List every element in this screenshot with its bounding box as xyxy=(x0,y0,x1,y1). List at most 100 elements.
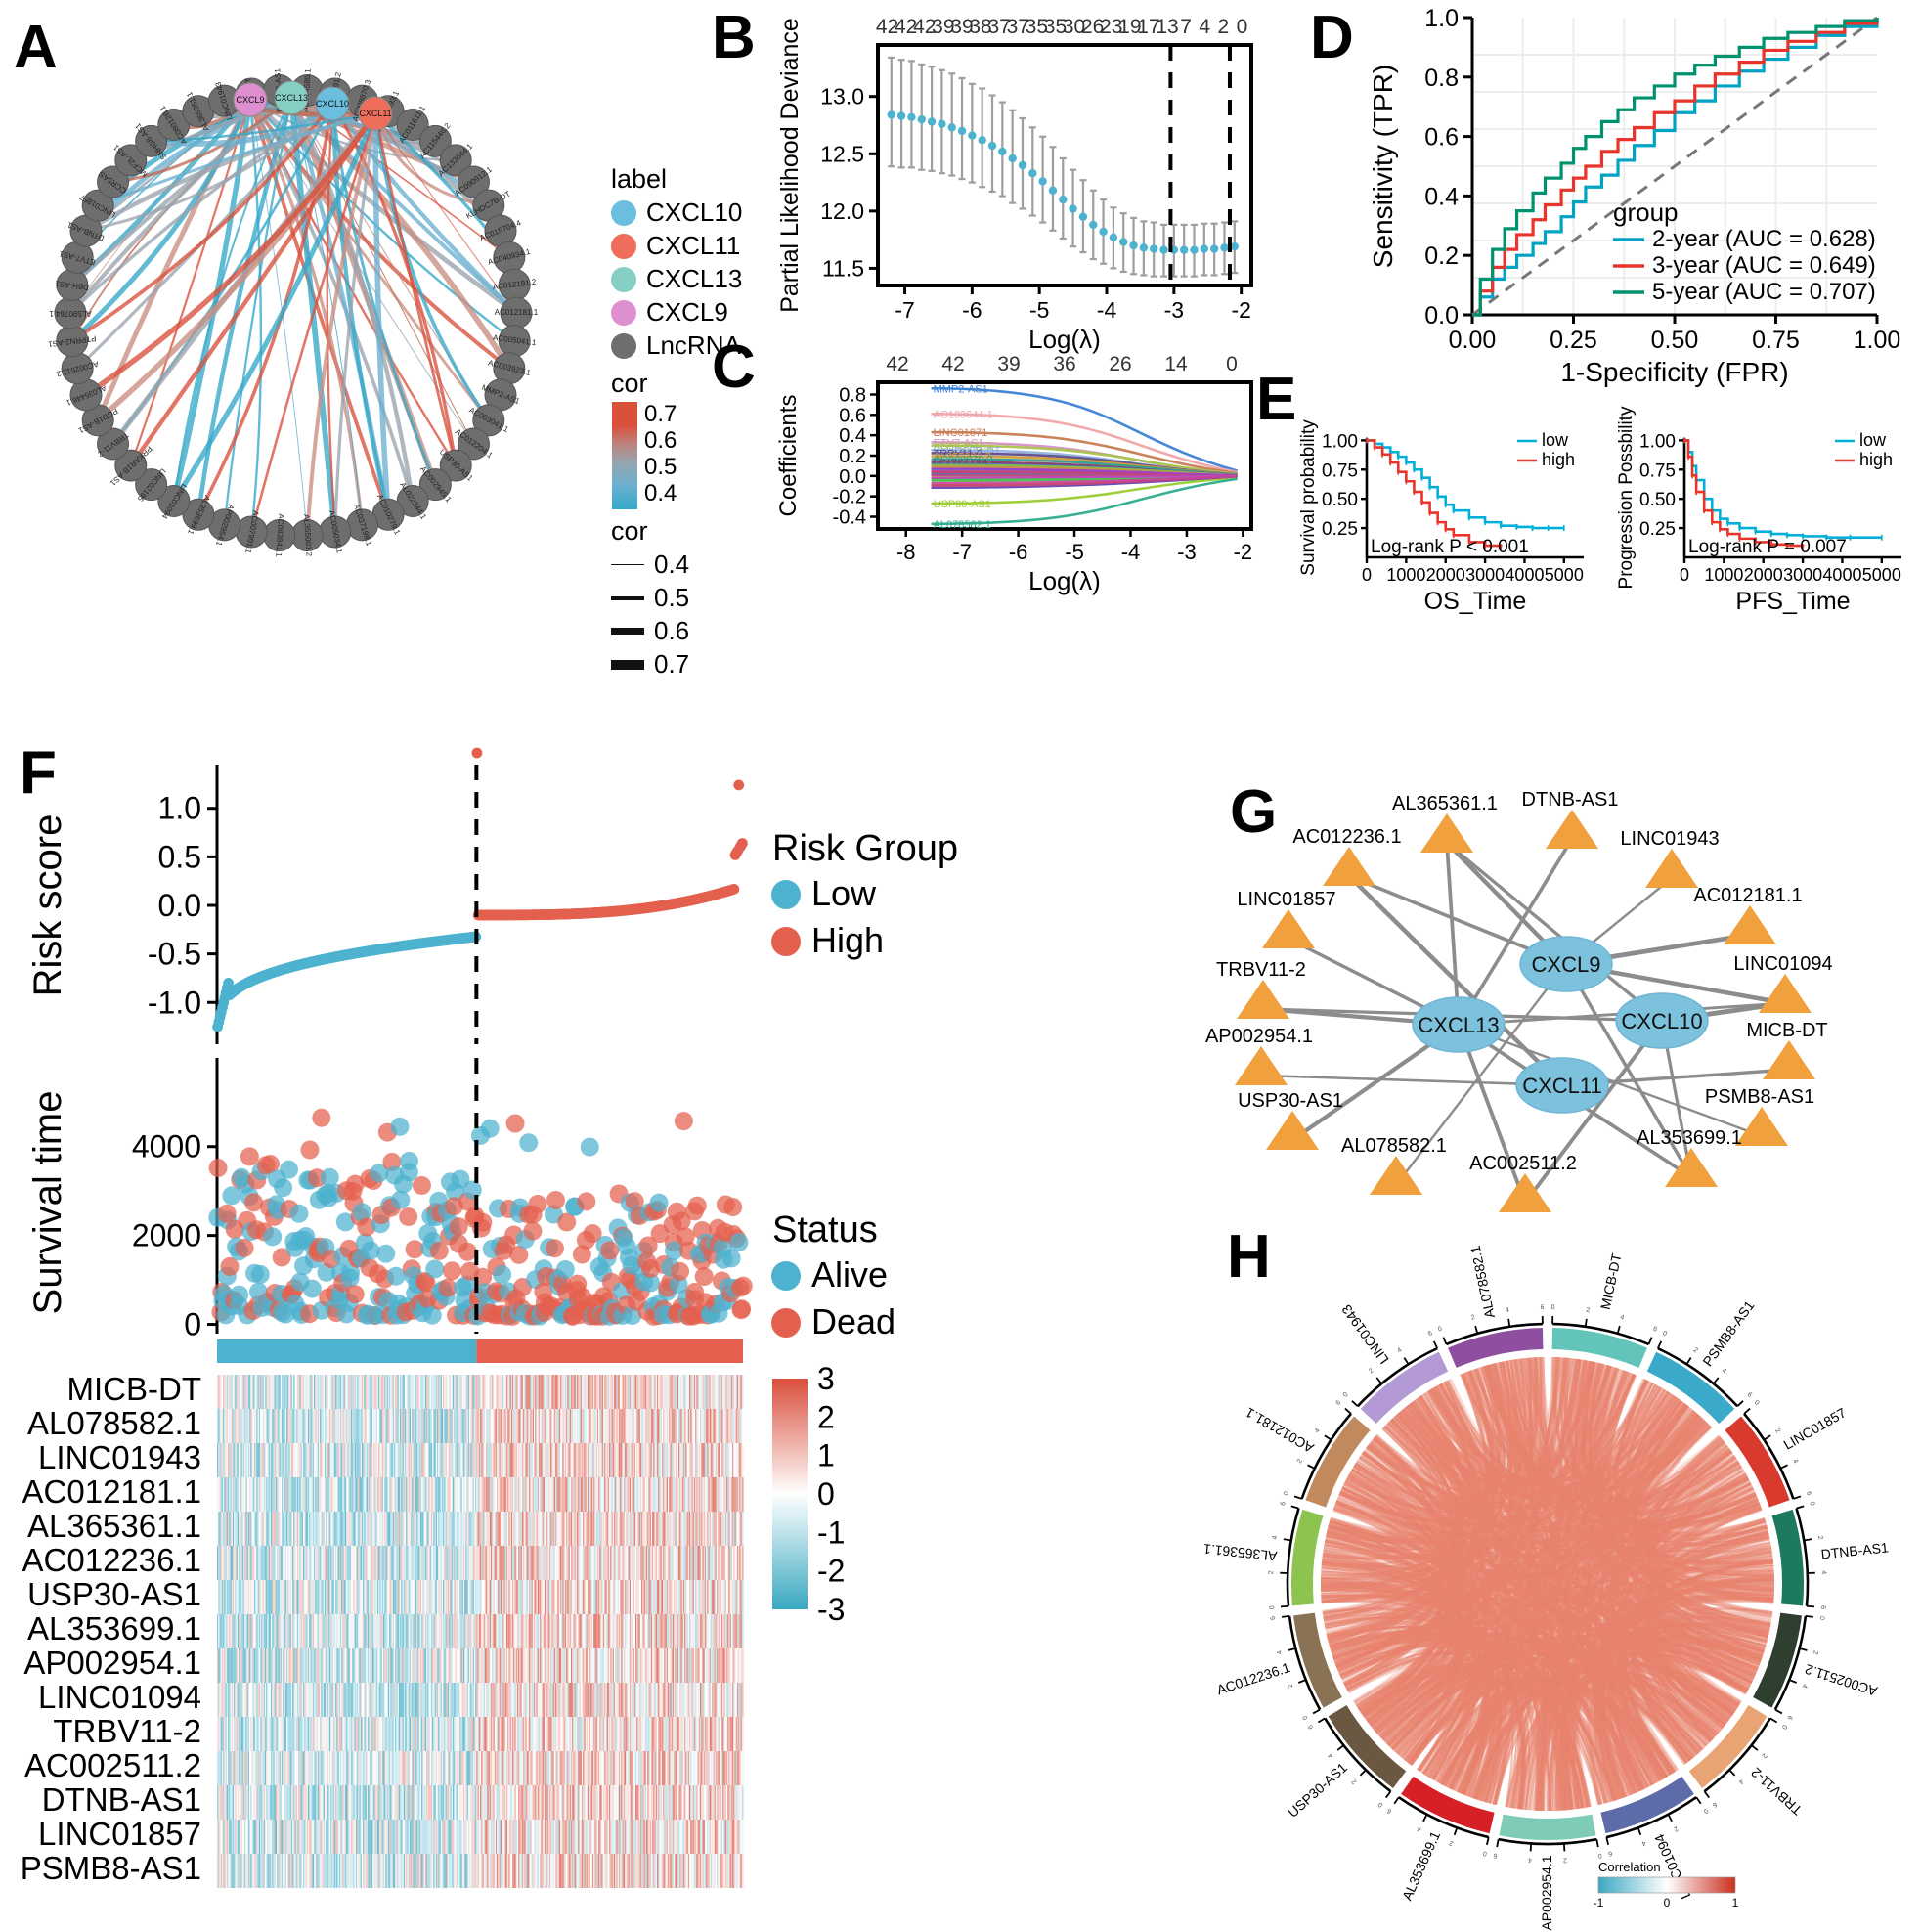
x-axis-title: OS_Time xyxy=(1424,588,1527,615)
top-axis-label: 2 xyxy=(1218,16,1230,38)
survival-point xyxy=(687,1196,707,1215)
legend-status-label: Alive xyxy=(811,1254,888,1295)
survival-point xyxy=(721,1249,741,1268)
x-tick-label: -4 xyxy=(1097,297,1117,323)
legend-dot-icon xyxy=(771,1261,801,1291)
top-axis-label: 42 xyxy=(886,353,908,375)
panel-d-roc: 0.0 0.2 0.4 0.6 0.8 1.0 0.00 0.25 0.50 0.75 1.00 1-… xyxy=(1359,0,1921,401)
top-axis-label: 14 xyxy=(1164,353,1188,375)
legend-item-label: CXCL9 xyxy=(646,297,728,327)
y-tick-label: 0.75 xyxy=(1322,461,1358,481)
heatmap-row-label: AL353699.1 xyxy=(27,1610,201,1647)
legend-title-risk-group: Risk Group xyxy=(772,828,958,869)
width-swatch-icon xyxy=(611,595,644,600)
survival-point xyxy=(442,1261,461,1281)
data-point xyxy=(1139,243,1149,252)
legend-series-label: low xyxy=(1859,430,1887,450)
km-curve xyxy=(1367,439,1564,530)
data-point xyxy=(1028,169,1037,178)
survival-point xyxy=(250,1264,270,1284)
x-tick-label: -6 xyxy=(962,297,982,323)
heatmap-cell xyxy=(741,1375,744,1409)
group-bar-high xyxy=(476,1339,743,1363)
x-tick-label: 0 xyxy=(1680,565,1689,585)
legend-swatch-icon xyxy=(611,299,636,326)
group-bar-low xyxy=(217,1339,477,1363)
survival-point xyxy=(302,1279,322,1298)
y-tick-label: 0.6 xyxy=(839,405,866,426)
lncrna-node-label: AL590764.1 xyxy=(49,309,92,318)
survival-point xyxy=(674,1112,693,1131)
legend-series-label: 5-year (AUC = 0.707) xyxy=(1652,279,1876,305)
cor-tick-label: 0.4 xyxy=(644,480,677,506)
legend-risk-label: High xyxy=(811,920,884,960)
x-tick-label: -7 xyxy=(952,540,972,564)
heatmap-cell xyxy=(741,1409,744,1443)
heatmap-row-label: AL078582.1 xyxy=(27,1405,201,1441)
x-axis-title: 1-Specificity (FPR) xyxy=(1560,357,1788,387)
y-tick-label: 0.8 xyxy=(1424,65,1459,92)
data-point xyxy=(1149,244,1158,253)
survival-point xyxy=(279,1160,298,1179)
data-point xyxy=(1159,245,1168,254)
data-point xyxy=(1190,245,1199,254)
data-point xyxy=(1109,233,1118,242)
y-tick-label: 2000 xyxy=(132,1218,201,1253)
y-tick-label: 0.4 xyxy=(1424,183,1459,210)
survival-point xyxy=(240,1147,259,1166)
x-tick-label: 0.50 xyxy=(1651,327,1699,354)
legend-width-item: 0.6 xyxy=(611,616,797,646)
hub-node-label: CXCL13 xyxy=(275,93,308,103)
data-point xyxy=(1200,244,1209,253)
hub-node-label: CXCL9 xyxy=(236,95,264,105)
data-point xyxy=(947,123,956,132)
heatmap-cell xyxy=(741,1546,744,1580)
x-tick-label: -2 xyxy=(1234,540,1253,564)
data-point xyxy=(978,136,986,145)
y-tick-label: -0.4 xyxy=(833,507,866,529)
cor-tick-label: 0.6 xyxy=(644,427,677,454)
risk-point xyxy=(733,779,745,791)
x-tick-label: 0 xyxy=(1362,565,1372,585)
legend-series-label: high xyxy=(1859,450,1893,469)
data-point xyxy=(1129,241,1138,250)
top-axis-label: 42 xyxy=(941,353,964,375)
panel-e-os-svg: 0.250.500.751.000 1000 2000 3000 4000 5000OS_… xyxy=(1298,419,1584,615)
legend-status-label: Dead xyxy=(811,1301,895,1341)
legend-swatch-icon xyxy=(611,233,636,259)
x-tick-label: -3 xyxy=(1164,297,1184,323)
heatmap-row-label: MICB-DT xyxy=(67,1371,201,1407)
y-tick-label: 0.25 xyxy=(1639,519,1676,540)
legend-width-label: 0.4 xyxy=(654,549,690,579)
heatmap-row-label: USP30-AS1 xyxy=(27,1576,201,1612)
x-tick-label: 1000 xyxy=(1386,565,1425,585)
legend-series-label: 2-year (AUC = 0.628) xyxy=(1652,226,1876,252)
survival-point xyxy=(300,1140,320,1160)
panel-d-svg: 0.00.20.40.60.81.00.00 0.25 0.50 0.75 1.001-… xyxy=(1368,5,1900,387)
heatmap-cell xyxy=(741,1580,744,1614)
y-tick-label: 0.2 xyxy=(1424,242,1459,270)
data-point xyxy=(1048,186,1058,195)
y-tick-label: 0.25 xyxy=(1322,519,1358,540)
km-curve xyxy=(1684,439,1805,548)
survival-point xyxy=(386,1266,406,1286)
data-point xyxy=(1038,177,1047,186)
heatmap-row-label: AL365361.1 xyxy=(27,1508,201,1544)
logrank-annotation: Log-rank P = 0.007 xyxy=(1688,537,1847,557)
y-tick-label: 13.0 xyxy=(820,84,864,110)
survival-point xyxy=(312,1108,331,1127)
coefficient-label: USP30-AS1 xyxy=(934,499,991,510)
y-tick-label: 0.4 xyxy=(839,425,866,447)
y-tick-label: 11.5 xyxy=(822,255,864,281)
survival-point xyxy=(480,1119,500,1138)
risk-point xyxy=(471,747,483,759)
y-tick-label: 0.0 xyxy=(1424,302,1459,329)
panel-label-c: C xyxy=(712,333,756,401)
survival-point xyxy=(399,1207,418,1226)
survival-point xyxy=(208,1159,228,1178)
top-axis-label: 7 xyxy=(1180,16,1192,38)
x-tick-label: 0.00 xyxy=(1449,327,1497,354)
top-axis-label: 0 xyxy=(1237,16,1248,38)
data-point xyxy=(998,147,1007,156)
y-tick-label: 0.8 xyxy=(839,385,866,407)
